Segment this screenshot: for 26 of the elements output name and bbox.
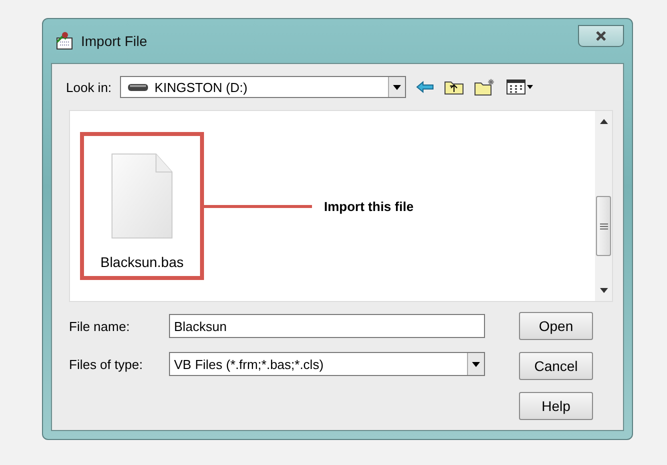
scrollbar[interactable] [595, 111, 612, 301]
dialog-button[interactable]: Help [519, 392, 593, 420]
file-type-dropdown[interactable]: VB Files (*.frm;*.bas;*.cls) [169, 352, 485, 376]
document-icon [110, 152, 174, 240]
file-item[interactable]: Blacksun.bas [80, 132, 204, 280]
file-name-field[interactable]: Blacksun [169, 314, 485, 338]
scrollbar-thumb[interactable] [596, 196, 611, 256]
close-icon [595, 31, 607, 41]
annotation-text: Import this file [324, 198, 414, 214]
scroll-down-icon[interactable] [600, 288, 608, 293]
window-icon [55, 32, 75, 50]
dialog-button[interactable]: Cancel [519, 352, 593, 380]
new-folder-icon[interactable] [474, 78, 496, 96]
up-folder-icon[interactable] [444, 79, 464, 95]
close-button[interactable] [578, 25, 624, 47]
back-arrow-icon[interactable] [416, 81, 434, 93]
look-in-dropdown[interactable]: KINGSTON (D:) [120, 76, 406, 98]
view-menu-icon[interactable] [506, 79, 534, 95]
window-title: Import File [81, 33, 148, 49]
look-in-label: Look in: [66, 80, 112, 94]
drive-icon [126, 82, 149, 92]
grip-icon [600, 222, 608, 230]
dialog-button[interactable]: Open [519, 312, 593, 340]
file-name-label: File name: [69, 318, 131, 334]
file-type-label: Files of type: [69, 356, 144, 372]
scroll-up-icon[interactable] [600, 119, 608, 124]
